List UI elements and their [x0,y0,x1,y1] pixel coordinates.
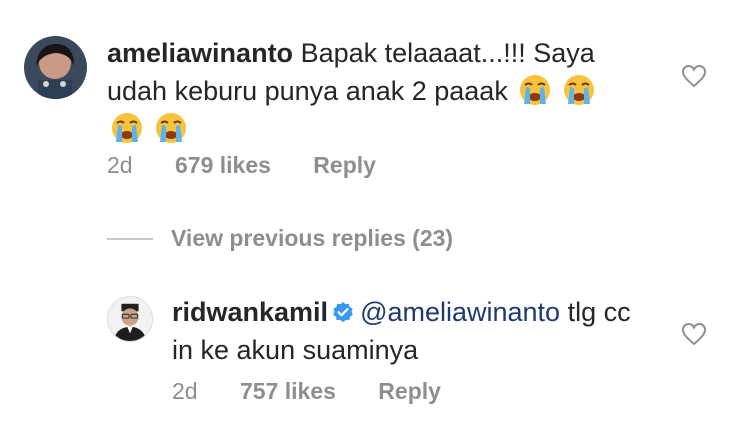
likes-count[interactable]: 679 likes [175,152,271,179]
comment-meta: 2d 757 likes Reply [172,378,441,405]
avatar[interactable] [107,296,153,342]
comment-time: 2d [172,378,198,404]
comment-username[interactable]: ridwankamil [172,297,328,327]
mention-link[interactable]: @ameliawinanto [360,297,560,327]
likes-count[interactable]: 757 likes [240,378,336,405]
divider [107,237,153,240]
loudly-crying-face-icon [563,74,595,106]
verified-badge-icon [332,301,354,323]
view-replies-label[interactable]: View previous replies (23) [171,225,453,252]
loudly-crying-face-icon [519,74,551,106]
comment-time: 2d [107,152,133,178]
reply-button[interactable]: Reply [378,378,441,405]
comment-body: ridwankamil @ameliawinanto tlg cc in ke a… [172,293,642,369]
avatar[interactable] [24,36,87,99]
comment-username[interactable]: ameliawinanto [107,38,293,68]
comment-meta: 2d 679 likes Reply [107,152,376,179]
heart-outline-icon[interactable] [681,322,707,346]
reply-button[interactable]: Reply [313,152,376,179]
view-previous-replies[interactable]: View previous replies (23) [107,225,453,252]
heart-outline-icon[interactable] [681,64,707,88]
loudly-crying-face-icon [111,112,143,144]
comment-body: ameliawinanto Bapak telaaaat...!!! Saya … [107,34,627,148]
loudly-crying-face-icon [155,112,187,144]
